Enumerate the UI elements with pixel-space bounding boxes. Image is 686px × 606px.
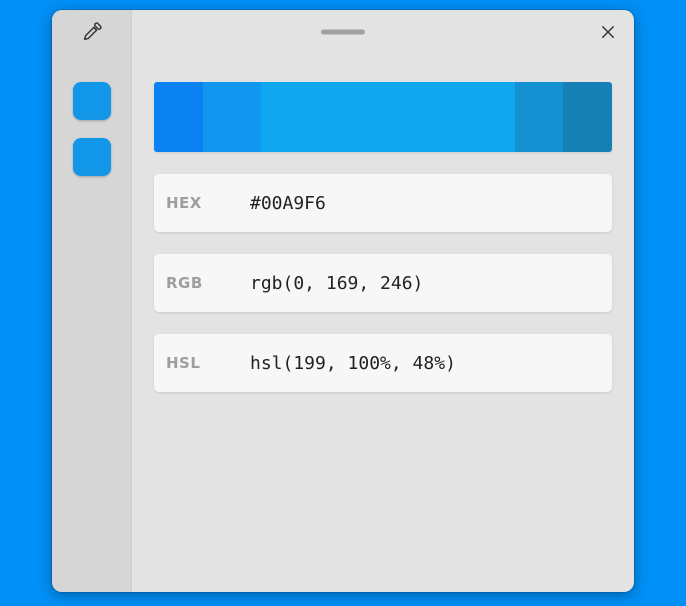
color-picker-window: HEX RGB HSL (52, 10, 634, 592)
hex-value-input[interactable] (248, 192, 600, 215)
format-cards: HEX RGB HSL (154, 174, 612, 392)
sidebar (52, 54, 132, 592)
hex-label: HEX (166, 194, 248, 212)
swatch-0[interactable] (73, 82, 111, 120)
shade-2[interactable] (261, 82, 514, 152)
rgb-value-input[interactable] (248, 272, 600, 295)
hsl-card: HSL (154, 334, 612, 392)
shade-0[interactable] (154, 82, 203, 152)
rgb-card: RGB (154, 254, 612, 312)
hsl-value-input[interactable] (248, 352, 600, 375)
shade-row[interactable] (154, 82, 612, 152)
shade-1[interactable] (203, 82, 261, 152)
titlebar[interactable] (52, 10, 634, 54)
hsl-label: HSL (166, 354, 248, 372)
hex-card: HEX (154, 174, 612, 232)
close-icon (599, 23, 617, 41)
shade-3[interactable] (515, 82, 564, 152)
shade-4[interactable] (563, 82, 612, 152)
main-panel: HEX RGB HSL (132, 54, 634, 592)
drag-handle[interactable] (321, 30, 365, 35)
eyedropper-button[interactable] (52, 10, 132, 54)
rgb-label: RGB (166, 274, 248, 292)
close-button[interactable] (594, 18, 622, 46)
window-body: HEX RGB HSL (52, 54, 634, 592)
swatch-1[interactable] (73, 138, 111, 176)
eyedropper-icon (81, 21, 103, 43)
